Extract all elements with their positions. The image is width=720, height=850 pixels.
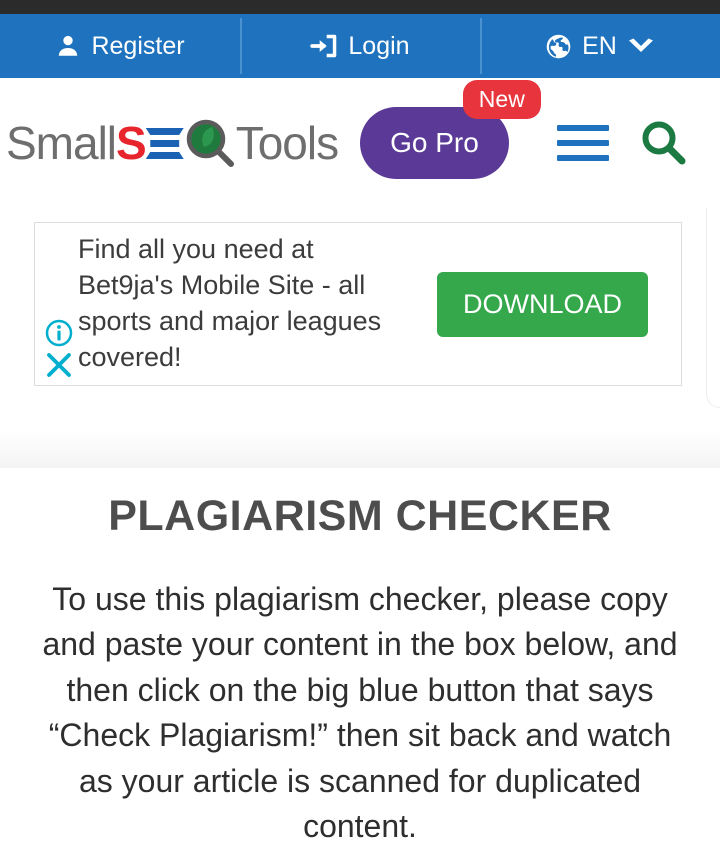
ad-overlay-edge: [706, 208, 720, 408]
hamburger-menu-icon[interactable]: [556, 125, 609, 161]
login-button[interactable]: Login: [240, 14, 480, 78]
logo-text-tools: Tools: [235, 117, 339, 169]
globe-icon: [545, 33, 572, 60]
page-title: PLAGIARISM CHECKER: [108, 492, 612, 540]
site-header: Small S Tools Go Pro New: [0, 78, 720, 208]
language-selector[interactable]: EN: [480, 14, 720, 78]
logo-letter-s: S: [116, 117, 147, 169]
adchoices-info-icon[interactable]: [44, 318, 74, 348]
logo-letter-e: [145, 123, 184, 163]
register-button[interactable]: Register: [0, 14, 240, 78]
ad-download-button[interactable]: DOWNLOAD: [437, 271, 649, 337]
go-pro-container: Go Pro New: [360, 80, 541, 179]
ad-text: Find all you need at Bet9ja's Mobile Sit…: [78, 234, 382, 372]
advertisement-region: Find all you need at Bet9ja's Mobile Sit…: [0, 208, 720, 430]
search-icon[interactable]: [639, 118, 689, 168]
chevron-down-icon: [627, 36, 655, 56]
hamburger-bar: [556, 125, 609, 131]
hamburger-bar: [556, 140, 609, 146]
user-icon: [55, 33, 81, 59]
close-icon[interactable]: [44, 350, 74, 380]
site-logo[interactable]: Small S Tools: [6, 116, 339, 170]
language-label: EN: [582, 31, 617, 60]
register-label: Register: [91, 31, 185, 60]
logo-text-small: Small: [6, 117, 117, 169]
sign-in-icon: [310, 33, 338, 59]
top-dark-strip: [0, 0, 720, 14]
adchoices-controls: [44, 318, 74, 380]
section-divider-band: [0, 430, 720, 468]
logo-letter-o-magnifier-icon: [184, 117, 236, 169]
new-badge: New: [462, 80, 541, 119]
utility-bar: Register Login EN: [0, 14, 720, 78]
page-description: To use this plagiarism checker, please c…: [42, 581, 678, 845]
login-label: Login: [348, 31, 410, 60]
hamburger-bar: [556, 155, 609, 161]
ad-banner[interactable]: Find all you need at Bet9ja's Mobile Sit…: [34, 222, 682, 386]
main-content: PLAGIARISM CHECKER To use this plagiaris…: [0, 468, 720, 850]
